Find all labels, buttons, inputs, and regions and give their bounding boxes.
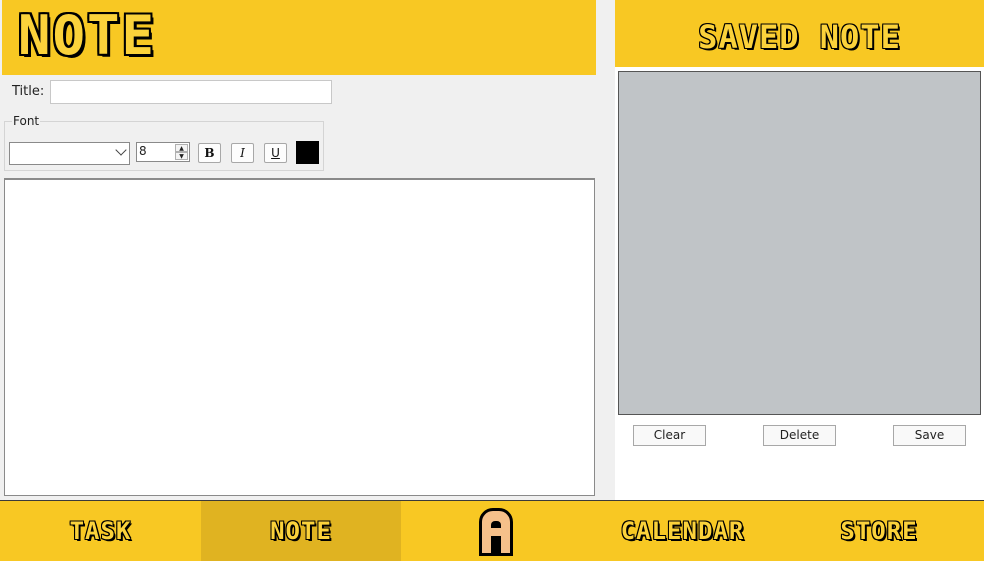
saved-notes-title: SAVED NOTE <box>698 18 901 56</box>
page-title: NOTE <box>18 4 157 67</box>
spin-up-icon[interactable]: ▲ <box>175 144 188 152</box>
italic-button[interactable]: I <box>231 143 254 163</box>
saved-notes-header: SAVED NOTE <box>615 0 984 67</box>
nav-home[interactable] <box>401 501 591 561</box>
underline-button[interactable]: U <box>264 143 287 163</box>
note-body-textarea[interactable] <box>4 178 595 496</box>
save-button[interactable]: Save <box>893 425 966 446</box>
nav-store[interactable]: STORE <box>774 501 984 561</box>
bold-button[interactable]: B <box>198 143 221 163</box>
spin-down-icon[interactable]: ▼ <box>175 152 188 160</box>
font-size-spinbox[interactable]: 8 ▲ ▼ <box>136 142 190 162</box>
chevron-down-icon <box>115 144 127 156</box>
font-family-dropdown[interactable] <box>9 142 130 165</box>
font-size-value: 8 <box>139 144 147 158</box>
bottom-nav: TASK NOTE CALENDAR STORE <box>0 500 984 561</box>
title-input[interactable] <box>50 80 332 104</box>
delete-button[interactable]: Delete <box>763 425 836 446</box>
saved-notes-list[interactable] <box>618 71 981 415</box>
title-label: Title: <box>12 84 45 99</box>
nav-task[interactable]: TASK <box>0 501 201 561</box>
app-logo-icon <box>479 508 513 556</box>
note-header: NOTE <box>2 0 596 75</box>
nav-note[interactable]: NOTE <box>201 501 401 561</box>
logo-leg-shape <box>491 536 501 556</box>
logo-inner-shape <box>491 521 501 528</box>
nav-calendar[interactable]: CALENDAR <box>591 501 774 561</box>
font-group-label: Font <box>12 114 41 128</box>
font-color-picker[interactable] <box>296 141 319 164</box>
clear-button[interactable]: Clear <box>633 425 706 446</box>
